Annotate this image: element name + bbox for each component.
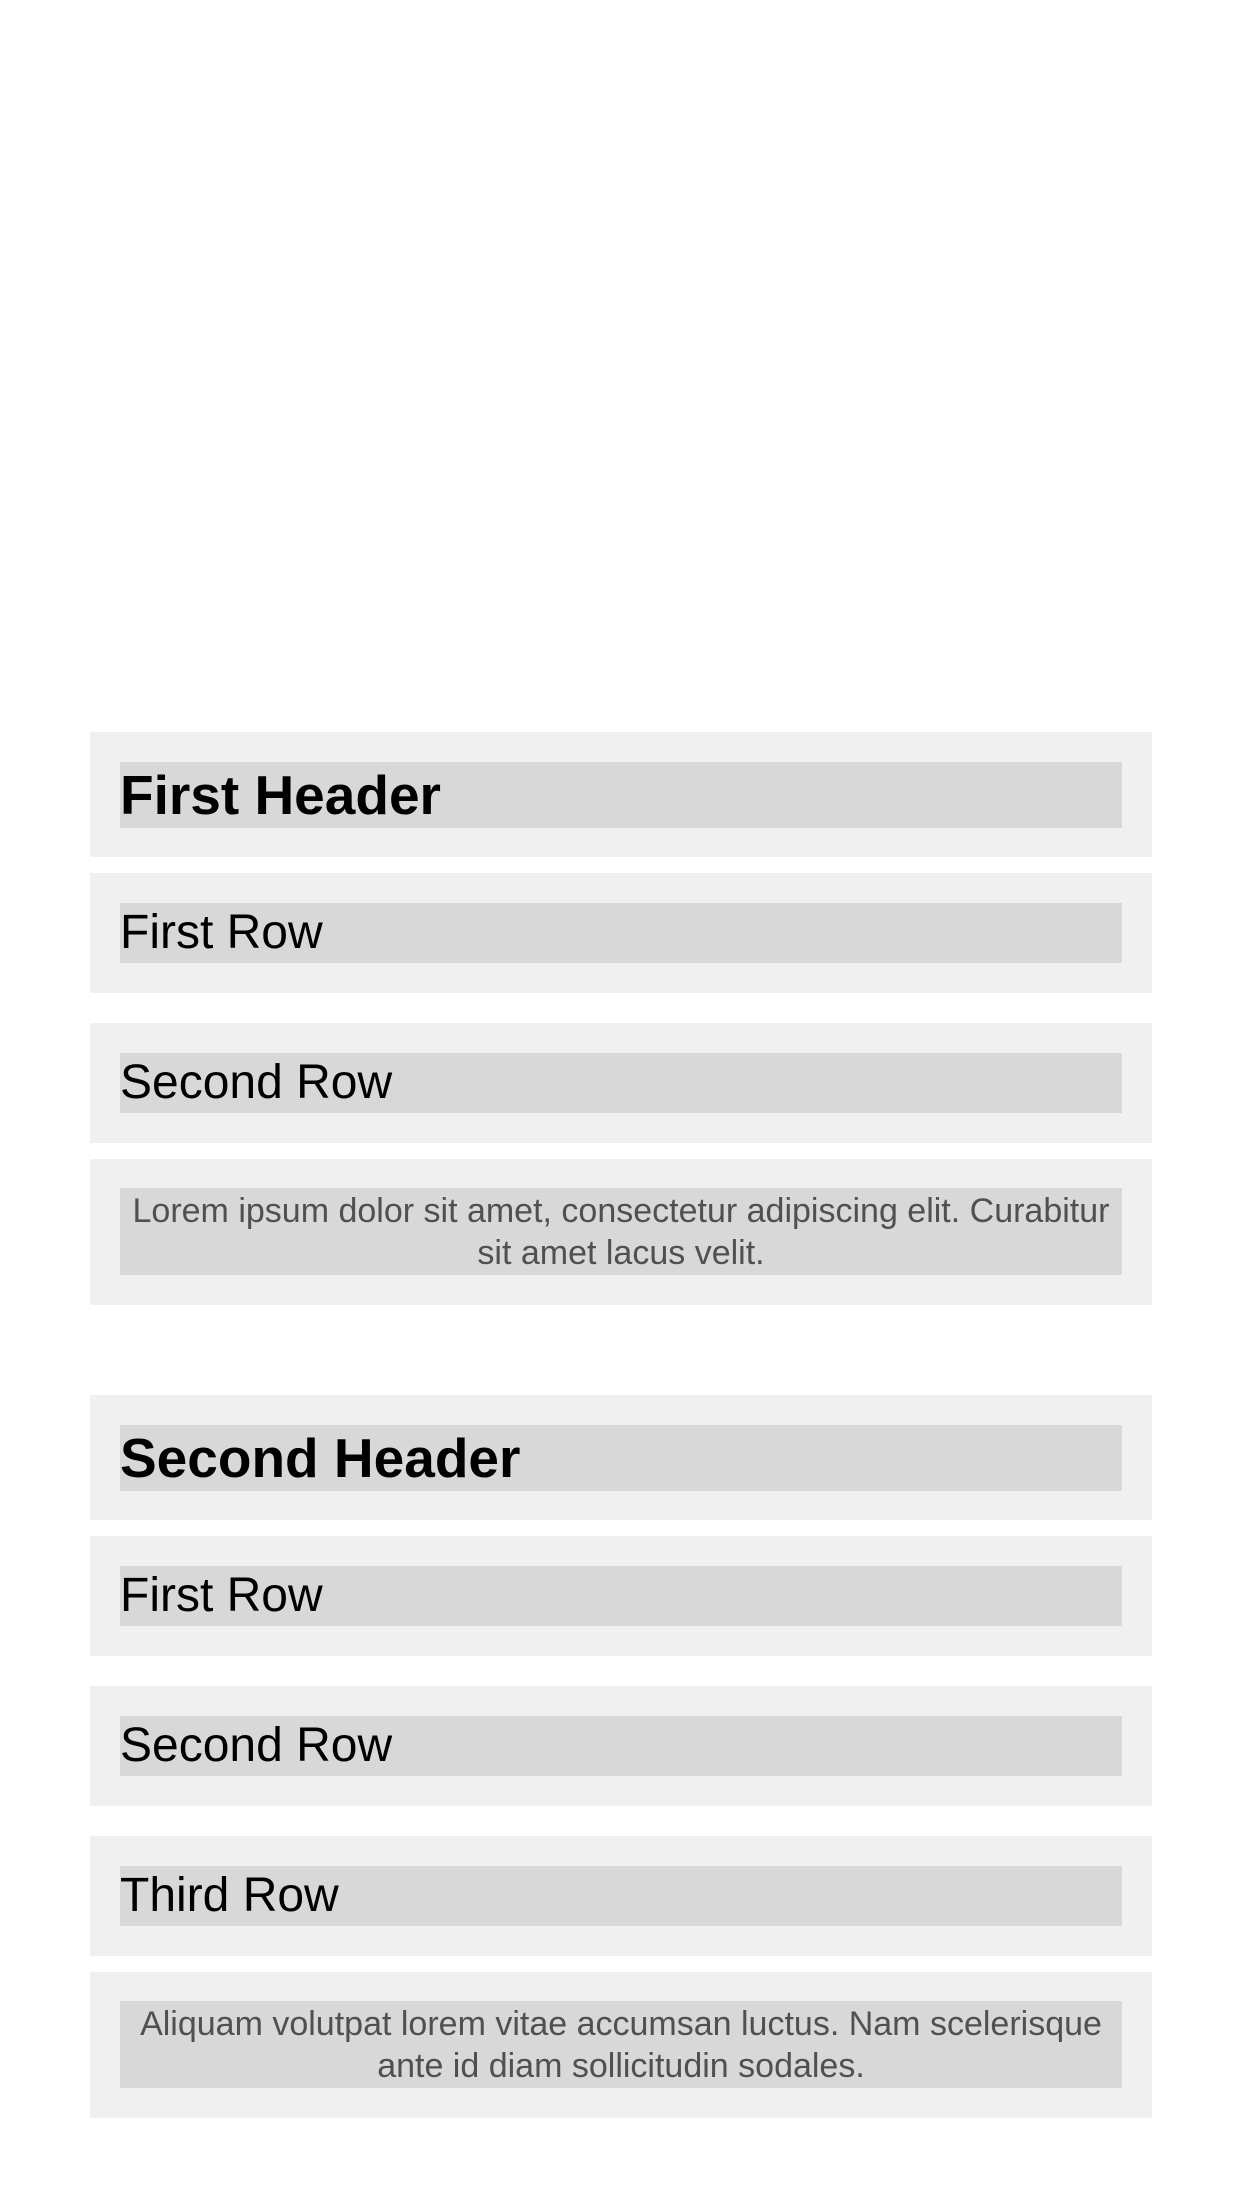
- section-footer-text: Aliquam volutpat lorem vitae accumsan lu…: [140, 2005, 1102, 2085]
- row-label-container: First Row: [120, 903, 1122, 963]
- row-label-container: Second Row: [120, 1716, 1122, 1776]
- row-label: First Row: [120, 1569, 323, 1622]
- row-label: Third Row: [120, 1869, 339, 1922]
- section-header-label-container: First Header: [120, 762, 1122, 828]
- row-label: Second Row: [120, 1719, 393, 1772]
- row-label: Second Row: [120, 1056, 393, 1109]
- row-label-container: Second Row: [120, 1053, 1122, 1113]
- table-row[interactable]: Third Row: [90, 1836, 1152, 1956]
- section-footer-2: Aliquam volutpat lorem vitae accumsan lu…: [90, 1972, 1152, 2118]
- table-row[interactable]: Second Row: [90, 1023, 1152, 1143]
- row-label: First Row: [120, 906, 323, 959]
- row-label-container: Third Row: [120, 1866, 1122, 1926]
- row-label-container: First Row: [120, 1566, 1122, 1626]
- section-header-2: Second Header: [90, 1395, 1152, 1520]
- section-header-title: Second Header: [120, 1427, 521, 1489]
- section-header-1: First Header: [90, 732, 1152, 857]
- section-footer-1: Lorem ipsum dolor sit amet, consectetur …: [90, 1159, 1152, 1305]
- table-row[interactable]: Second Row: [90, 1686, 1152, 1806]
- table-row[interactable]: First Row: [90, 1536, 1152, 1656]
- section-footer-text: Lorem ipsum dolor sit amet, consectetur …: [132, 1192, 1110, 1272]
- section-header-title: First Header: [120, 764, 441, 826]
- section-footer-label-container: Aliquam volutpat lorem vitae accumsan lu…: [120, 2001, 1122, 2088]
- section-footer-label-container: Lorem ipsum dolor sit amet, consectetur …: [120, 1188, 1122, 1275]
- section-header-label-container: Second Header: [120, 1425, 1122, 1491]
- table-row[interactable]: First Row: [90, 873, 1152, 993]
